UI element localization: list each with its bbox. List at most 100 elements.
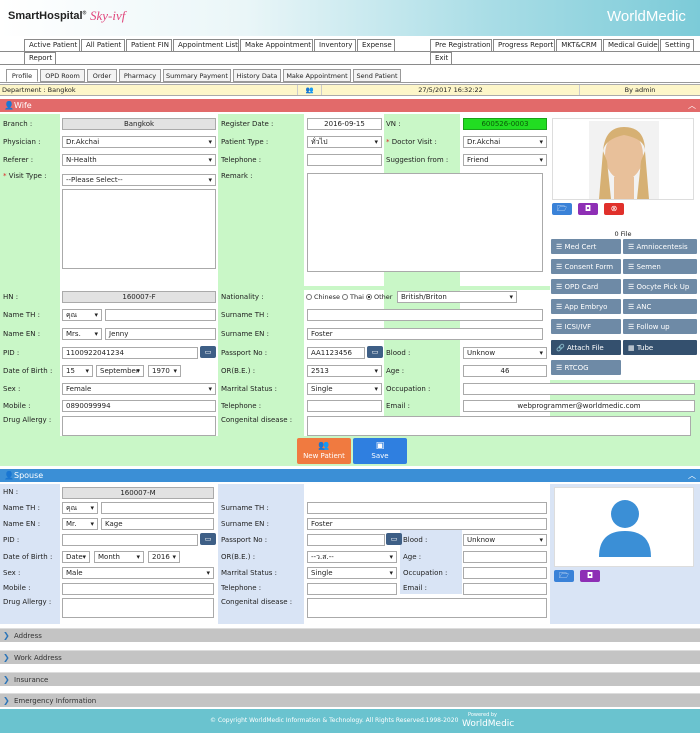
work-address-section[interactable]: ❯ Work Address [0, 650, 700, 664]
doc-opd-card[interactable]: ☰ OPD Card [550, 278, 622, 295]
subtab-history-data[interactable]: History Data [233, 69, 281, 82]
doc-attach-file[interactable]: 🔗 Attach File [550, 339, 622, 356]
subtab-pharmacy[interactable]: Pharmacy [119, 69, 161, 82]
pid-input[interactable]: 1100922041234 [62, 347, 198, 359]
marital-select[interactable]: Single [307, 383, 382, 395]
spouse-drug-allergy-textarea[interactable] [62, 598, 214, 618]
doctor-visit-select[interactable]: Dr.Akchai [463, 136, 547, 148]
doc-tube[interactable]: ▦ Tube [622, 339, 698, 356]
visit-type-select[interactable]: --Please Select-- [62, 174, 216, 186]
tab-active-patient[interactable]: Active Patient [24, 39, 80, 51]
spouse-or-be-select[interactable]: --ว.ส.-- [307, 551, 397, 563]
emergency-section[interactable]: ❯ Emergency Information [0, 693, 700, 707]
or-be-select[interactable]: 2513 [307, 365, 382, 377]
doc-med-cert[interactable]: ☰ Med Cert [550, 238, 622, 255]
spouse-surname-en-input[interactable]: Foster [307, 518, 547, 530]
name-th-input[interactable] [105, 309, 216, 321]
passport-input[interactable]: AA1123456 [307, 347, 365, 359]
nationality-radios[interactable]: Chinese Thai Other [306, 290, 392, 305]
tab-medical-guide[interactable]: Medical Guide [603, 39, 659, 51]
subtab-order[interactable]: Order [87, 69, 117, 82]
card-reader-icon[interactable]: ▭ [200, 533, 216, 545]
spouse-telephone-input[interactable] [307, 583, 397, 595]
occupation-input[interactable] [463, 383, 695, 395]
tab-patient-fin[interactable]: Patient FIN [126, 39, 172, 51]
spouse-dob-month-select[interactable]: Month [94, 551, 144, 563]
spouse-congenital-textarea[interactable] [307, 598, 547, 618]
spouse-name-th-input[interactable] [101, 502, 214, 514]
spouse-section-header[interactable]: 👤 Spouse ︿ [0, 469, 700, 482]
doc-amniocentesis[interactable]: ☰ Amniocentesis [622, 238, 698, 255]
subtab-send-patient[interactable]: Send Patient [353, 69, 401, 82]
spouse-dob-day-select[interactable]: Date [62, 551, 90, 563]
insurance-section[interactable]: ❯ Insurance [0, 672, 700, 686]
doc-icsi-ivf[interactable]: ☰ ICSI/IVF [550, 318, 622, 335]
visit-type-textarea[interactable] [62, 189, 216, 269]
spouse-dob-year-select[interactable]: 2016 [148, 551, 180, 563]
passport-reader-icon[interactable]: ▭ [386, 533, 402, 545]
name-en-input[interactable]: Jenny [105, 328, 216, 340]
doc-semen[interactable]: ☰ Semen [622, 258, 698, 275]
spouse-name-th-prefix-select[interactable]: คุณ [62, 502, 98, 514]
name-en-prefix-select[interactable]: Mrs. [62, 328, 102, 340]
subtab-make-appointment[interactable]: Make Appointment [283, 69, 351, 82]
chevron-up-icon[interactable]: ︿ [688, 99, 696, 112]
folder-icon[interactable]: 🗁 [552, 203, 572, 215]
suggestion-select[interactable]: Friend [463, 154, 547, 166]
radio-chinese[interactable] [306, 294, 312, 300]
physician-select[interactable]: Dr.Akchai [62, 136, 216, 148]
telephone-input[interactable] [307, 154, 382, 166]
tab-exit[interactable]: Exit [430, 52, 452, 64]
doc-anc[interactable]: ☰ ANC [622, 298, 698, 315]
spouse-occupation-input[interactable] [463, 567, 547, 579]
spouse-marital-select[interactable]: Single [307, 567, 397, 579]
doc-app-embryo[interactable]: ☰ App Embryo [550, 298, 622, 315]
radio-other[interactable] [366, 294, 373, 300]
subtab-summary-payment[interactable]: Summary Payment [163, 69, 231, 82]
wife-section-header[interactable]: 👤 Wife ︿ [0, 99, 700, 112]
referer-select[interactable]: N-Health [62, 154, 216, 166]
spouse-passport-input[interactable] [307, 534, 385, 546]
name-th-prefix-select[interactable]: คุณ [62, 309, 102, 321]
email-input[interactable]: webprogrammer@worldmedic.com [463, 400, 695, 412]
tab-pre-registration[interactable]: Pre Registration [430, 39, 492, 51]
doc-oocyte-pick-up[interactable]: ☰ Oocyte Pick Up [622, 278, 698, 295]
subtab-opd-room[interactable]: OPD Room [40, 69, 85, 82]
congenital-textarea[interactable] [307, 416, 691, 436]
camera-icon[interactable]: ◘ [578, 203, 598, 215]
tab-make-appointment[interactable]: Make Appointment [240, 39, 313, 51]
delete-icon[interactable]: ⊗ [604, 203, 624, 215]
spouse-name-en-input[interactable]: Kage [101, 518, 214, 530]
spouse-surname-th-input[interactable] [307, 502, 547, 514]
folder-icon[interactable]: 🗁 [554, 570, 574, 582]
spouse-mobile-input[interactable] [62, 583, 214, 595]
tab-mkt-crm[interactable]: MKT&CRM [556, 39, 602, 51]
tab-expense[interactable]: Expense [357, 39, 395, 51]
nationality-select[interactable]: British/Briton [397, 291, 517, 303]
save-button[interactable]: ▣ Save [353, 438, 407, 464]
spouse-name-en-prefix-select[interactable]: Mr. [62, 518, 98, 530]
spouse-sex-select[interactable]: Male [62, 567, 214, 579]
tab-appointment-list[interactable]: Appointment List [173, 39, 239, 51]
passport-reader-icon[interactable]: ▭ [367, 346, 383, 358]
tab-inventory[interactable]: Inventory [314, 39, 356, 51]
new-patient-button[interactable]: 👥 New Patient [297, 438, 351, 464]
dob-day-select[interactable]: 15 [62, 365, 93, 377]
spouse-pid-input[interactable] [62, 534, 198, 546]
radio-thai[interactable] [342, 294, 349, 300]
doc-consent-form[interactable]: ☰ Consent Form [550, 258, 622, 275]
doc-rtcog[interactable]: ☰ RTCOG [550, 359, 622, 376]
dob-month-select[interactable]: September [96, 365, 144, 377]
telephone2-input[interactable] [307, 400, 382, 412]
tab-report[interactable]: Report [24, 52, 56, 64]
dob-year-select[interactable]: 1970 [148, 365, 181, 377]
chevron-up-icon[interactable]: ︿ [688, 469, 696, 482]
sex-select[interactable]: Female [62, 383, 216, 395]
camera-icon[interactable]: ◘ [580, 570, 600, 582]
tab-all-patient[interactable]: All Patient [81, 39, 125, 51]
drug-allergy-textarea[interactable] [62, 416, 216, 436]
surname-th-input[interactable] [307, 309, 543, 321]
subtab-profile[interactable]: Profile [6, 69, 38, 82]
doc-follow-up[interactable]: ☰ Follow up [622, 318, 698, 335]
card-reader-icon[interactable]: ▭ [200, 346, 216, 358]
